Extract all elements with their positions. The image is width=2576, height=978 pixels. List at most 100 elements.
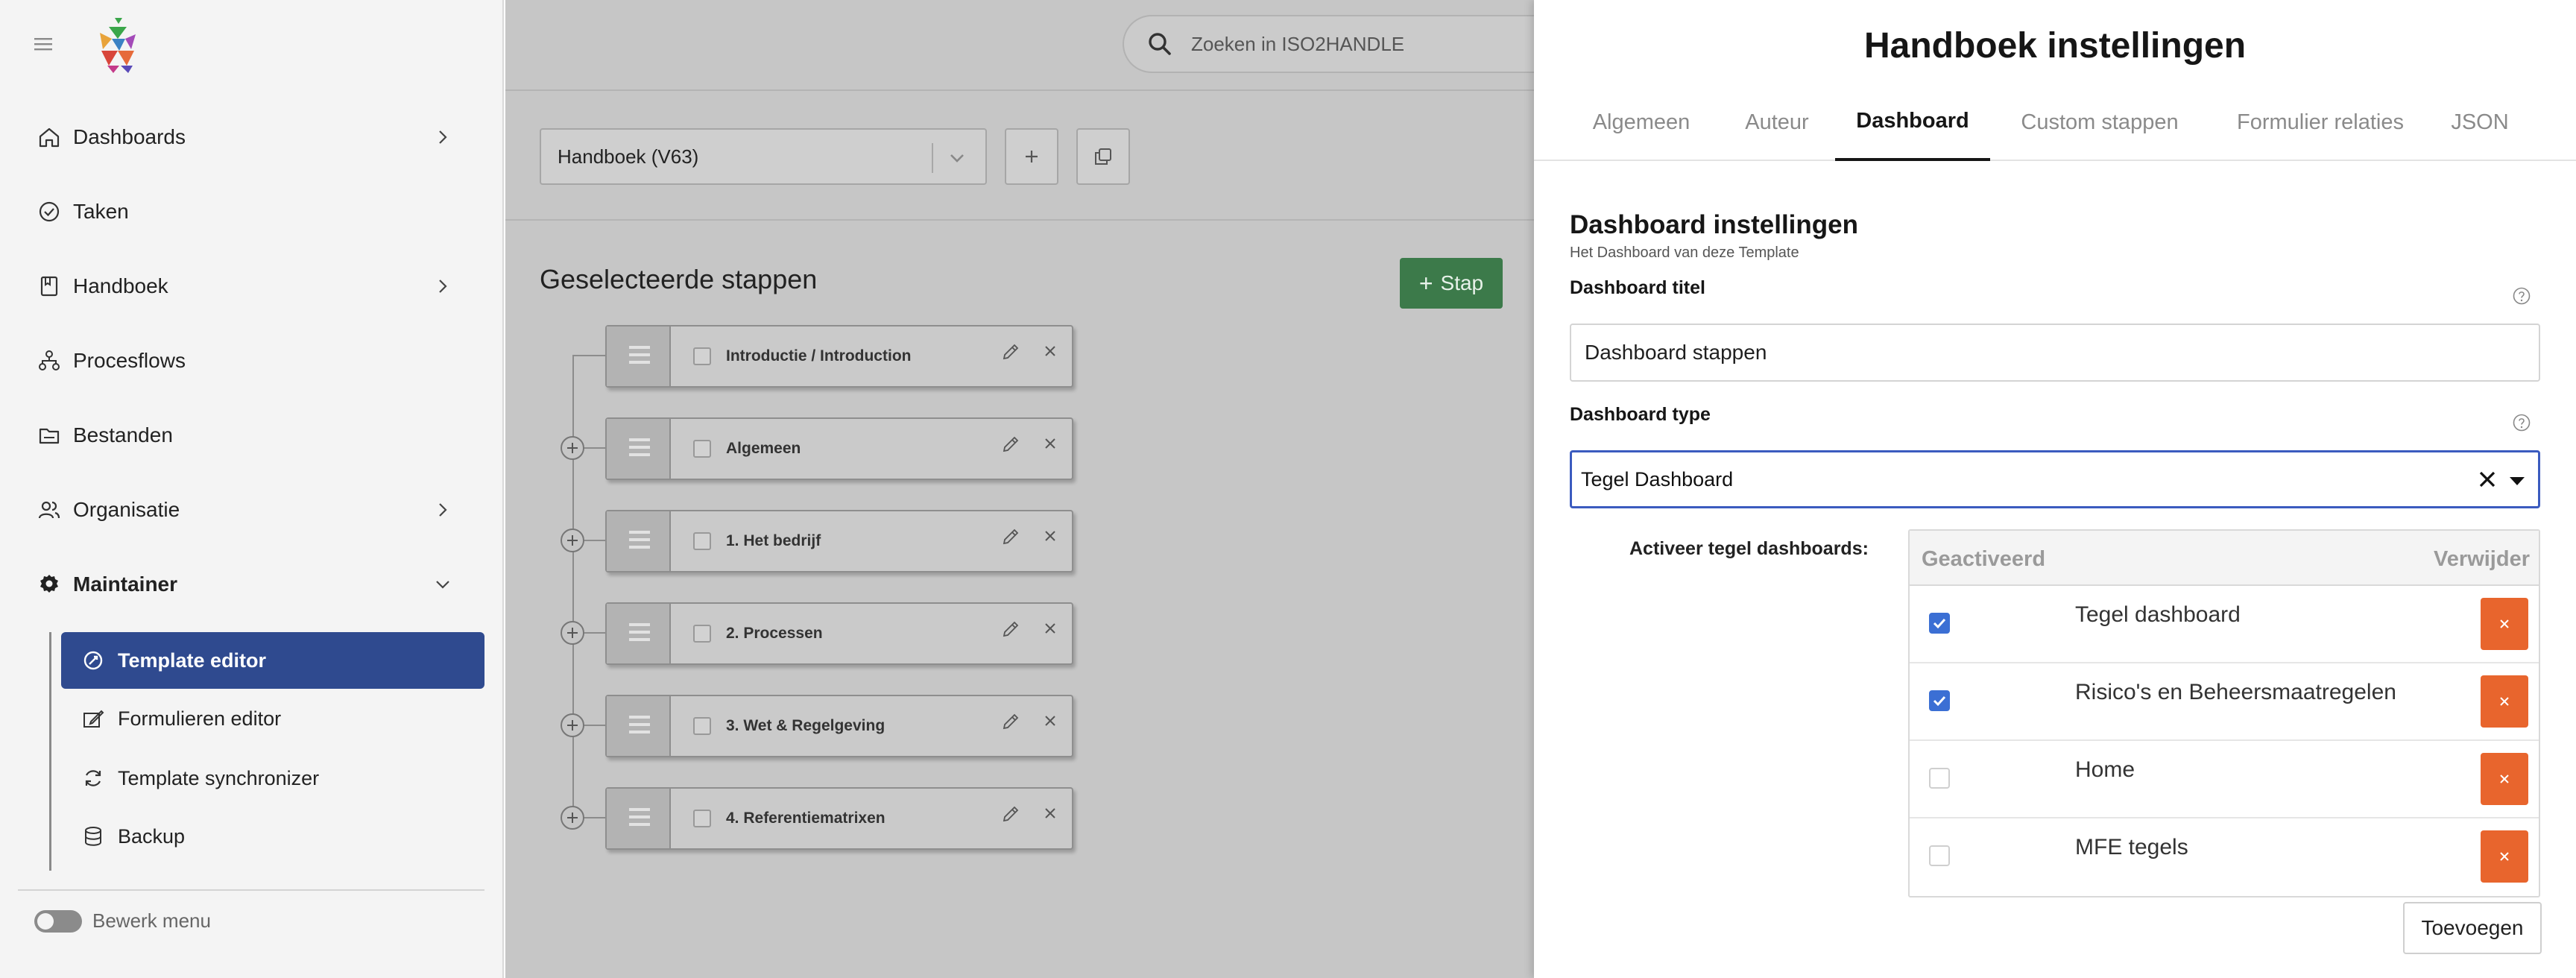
insert-step-button[interactable] [561,529,584,552]
template-icon [83,651,103,670]
chevron-right-icon[interactable] [431,274,455,298]
step-card[interactable]: Introductie / Introduction [605,325,1073,388]
close-icon [2500,619,2509,628]
subnav-formulieren-editor[interactable]: Formulieren editor [61,690,484,747]
nav-taken[interactable]: Taken [37,189,462,234]
insert-step-button[interactable] [561,621,584,645]
step-card[interactable]: 4. Referentiematrixen [605,787,1073,850]
close-icon[interactable] [1042,343,1058,359]
edit-icon[interactable] [1000,341,1021,362]
nav-maintainer[interactable]: Maintainer [37,562,462,607]
step-checkbox[interactable] [693,625,711,643]
edit-menu-toggle[interactable] [34,909,82,933]
nav-procesflows[interactable]: Procesflows [37,338,462,383]
insert-step-button[interactable] [561,436,584,460]
caret-down-icon[interactable] [2507,470,2528,491]
tab-dashboard[interactable]: Dashboard [1835,83,1990,161]
dashboard-type-select[interactable]: Tegel Dashboard [1570,450,2540,508]
subnav-template-editor-label: Template editor [118,649,267,672]
remove-row-button[interactable] [2481,753,2528,805]
subnav-template-synchronizer[interactable]: Template synchronizer [61,750,484,807]
edit-icon[interactable] [1000,804,1021,824]
drag-handle[interactable] [607,604,671,663]
step-checkbox[interactable] [693,532,711,550]
row-checkbox[interactable] [1929,690,1950,711]
search-bar[interactable]: Zoeken in ISO2HANDLE [1123,15,1570,73]
close-icon[interactable] [1042,805,1058,821]
drawer-title: Handboek instellingen [1863,26,2247,66]
tab-custom-stappen[interactable]: Custom stappen [2007,83,2193,161]
tree-connector [572,355,605,356]
close-icon[interactable] [1042,713,1058,729]
nav-organisatie[interactable]: Organisatie [37,488,462,532]
insert-step-button[interactable] [561,713,584,737]
step-card[interactable]: 2. Processen [605,602,1073,665]
edit-icon[interactable] [1000,526,1021,547]
subnav-backup[interactable]: Backup [61,808,484,865]
table-row: Tegel dashboard [1910,586,2539,663]
drag-handle[interactable] [607,511,671,571]
form-edit-icon [83,710,104,728]
tab-algemeen[interactable]: Algemeen [1573,83,1710,161]
activate-dashboards-label: Activeer tegel dashboards: [1629,538,1869,559]
add-step-button[interactable]: + Stap [1400,258,1503,309]
chevron-down-icon[interactable] [944,145,970,171]
drag-handle[interactable] [607,696,671,756]
step-card[interactable]: 3. Wet & Regelgeving [605,695,1073,757]
drag-handle[interactable] [607,789,671,848]
step-label: Introductie / Introduction [726,347,912,365]
clear-icon[interactable] [2475,467,2499,491]
close-icon[interactable] [1042,435,1058,452]
remove-row-button[interactable] [2481,675,2528,728]
step-checkbox[interactable] [693,717,711,735]
nav-dashboards[interactable]: Dashboards [37,115,462,160]
handbook-select[interactable]: Handboek (V63) [540,128,987,185]
copy-handbook-button[interactable] [1076,128,1130,185]
close-icon[interactable] [1042,620,1058,637]
app-logo-icon[interactable] [89,16,146,75]
step-label: Algemeen [726,440,801,457]
add-button[interactable]: Toevoegen [2403,902,2542,954]
nav-handboek[interactable]: Handboek [37,264,462,309]
step-card[interactable]: Algemeen [605,417,1073,480]
settings-drawer: Handboek instellingen Algemeen Auteur Da… [1534,0,2576,978]
nav-bestanden[interactable]: Bestanden [37,413,462,458]
plus-icon [1026,151,1038,163]
top-bar: Zoeken in ISO2HANDLE [505,0,1570,91]
chevron-right-icon[interactable] [431,498,455,522]
step-checkbox[interactable] [693,440,711,458]
remove-row-button[interactable] [2481,830,2528,883]
search-input[interactable]: Zoeken in ISO2HANDLE [1191,33,1404,56]
edit-icon[interactable] [1000,619,1021,640]
help-icon[interactable] [2512,286,2531,306]
nav-handboek-label: Handboek [73,274,168,297]
subnav-template-synchronizer-label: Template synchronizer [118,766,320,789]
dashboard-type-value: Tegel Dashboard [1581,467,1734,490]
close-icon[interactable] [1042,528,1058,544]
help-icon[interactable] [2512,413,2531,432]
drag-handle[interactable] [607,326,671,386]
nav-procesflows-label: Procesflows [73,349,186,372]
row-checkbox[interactable] [1929,768,1950,789]
chevron-right-icon[interactable] [431,125,455,149]
step-card[interactable]: 1. Het bedrijf [605,510,1073,572]
subnav-template-editor[interactable]: Template editor [61,632,484,689]
drag-handle[interactable] [607,419,671,479]
dashboard-title-input[interactable]: Dashboard stappen [1570,324,2540,382]
tab-auteur[interactable]: Auteur [1726,83,1828,161]
nav-maintainer-label: Maintainer [73,572,178,596]
tab-json[interactable]: JSON [2439,83,2521,161]
chevron-down-icon[interactable] [431,572,455,596]
row-checkbox[interactable] [1929,613,1950,634]
step-label: 4. Referentiematrixen [726,810,886,827]
tab-formulier-relaties[interactable]: Formulier relaties [2223,83,2418,161]
step-checkbox[interactable] [693,810,711,827]
hamburger-menu-icon[interactable] [30,32,57,56]
edit-icon[interactable] [1000,434,1021,455]
edit-icon[interactable] [1000,711,1021,732]
row-checkbox[interactable] [1929,845,1950,866]
add-handbook-button[interactable] [1005,128,1058,185]
insert-step-button[interactable] [561,806,584,830]
remove-row-button[interactable] [2481,598,2528,650]
step-checkbox[interactable] [693,347,711,365]
